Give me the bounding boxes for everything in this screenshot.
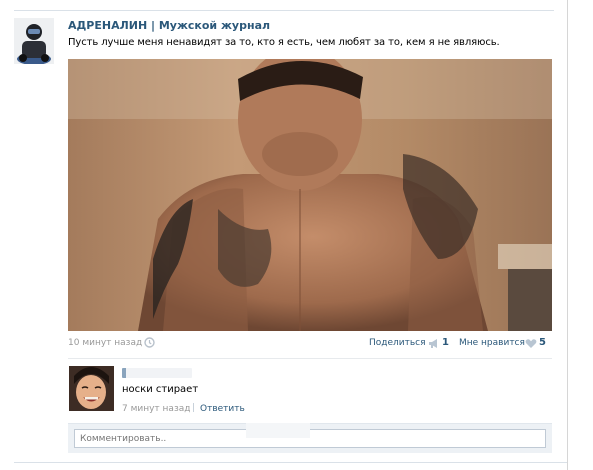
post-author-link[interactable]: АДРЕНАЛИН | Мужской журнал xyxy=(68,19,270,32)
comments-divider xyxy=(68,358,552,359)
biker-avatar-image xyxy=(14,18,54,64)
heart-icon[interactable] xyxy=(525,338,537,349)
comment-separator: | xyxy=(192,403,196,413)
top-divider xyxy=(14,10,554,11)
megaphone-icon[interactable] xyxy=(428,338,440,349)
bottom-divider xyxy=(14,462,567,463)
clock-icon xyxy=(144,337,155,348)
share-count: 1 xyxy=(442,337,449,348)
like-button[interactable]: Мне нравится xyxy=(459,338,525,348)
post-photo[interactable] xyxy=(68,59,552,331)
author-avatar[interactable] xyxy=(14,18,54,64)
comment-input[interactable] xyxy=(74,429,546,448)
comment-time-link[interactable]: 7 минут назад xyxy=(122,404,190,414)
share-button[interactable]: Поделиться xyxy=(369,338,426,348)
commenter-avatar[interactable] xyxy=(69,366,114,411)
redaction-patch xyxy=(246,423,310,438)
commenter-name-link[interactable] xyxy=(122,368,192,378)
post-time-link[interactable]: 10 минут назад xyxy=(68,338,142,348)
child-avatar-image xyxy=(69,366,114,411)
post-photo-image xyxy=(68,59,552,331)
like-count: 5 xyxy=(539,337,546,348)
comment-text: носки стирает xyxy=(122,384,199,395)
post-meta-row: 10 минут назад Поделиться 1 Мне нравится… xyxy=(68,337,552,351)
right-border xyxy=(567,0,568,470)
reply-button[interactable]: Ответить xyxy=(200,404,245,414)
post-text: Пусть лучше меня ненавидят за то, кто я … xyxy=(68,37,500,48)
comment-box xyxy=(68,423,552,453)
